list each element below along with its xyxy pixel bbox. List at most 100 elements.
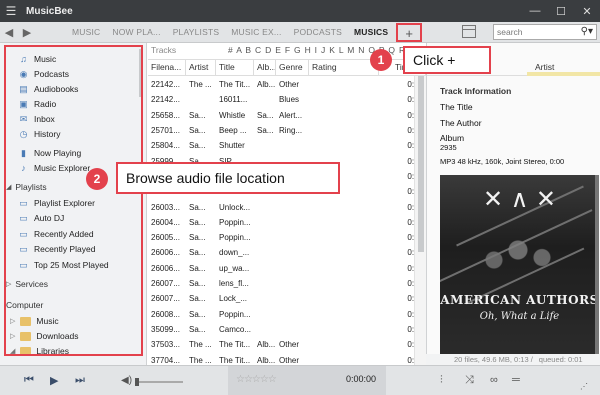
table-cell-album: Sa... — [257, 110, 274, 120]
nav-item-podcasts[interactable]: ◉ Podcasts — [18, 67, 69, 81]
nav-item-radio[interactable]: ▣ Radio — [18, 97, 56, 111]
table-row[interactable]: 22142...The ...The Tit...Alb...Other0:01 — [148, 77, 426, 92]
computer-item-music[interactable]: ▷ Music — [10, 316, 59, 326]
search-input[interactable]: search ⚲▾ — [493, 24, 597, 40]
playlist-item-label: Recently Played — [34, 244, 96, 254]
volume-knob[interactable] — [135, 378, 139, 386]
table-row[interactable]: 26006...Sa...down_...0:01 — [148, 245, 426, 260]
info-panel-scrollbar[interactable] — [595, 175, 599, 355]
close-button[interactable]: ✕ — [574, 5, 600, 18]
scrollbar-thumb[interactable] — [418, 76, 424, 252]
expand-arrow-icon[interactable]: ▷ — [6, 280, 11, 288]
table-cell-artist: Sa... — [189, 110, 206, 120]
table-row[interactable]: 37704...The ...The Tit...Alb...Other0:01 — [148, 352, 426, 365]
table-cell-file: 26005... — [151, 233, 180, 243]
tab-now-playing[interactable]: NOW PLA... — [106, 27, 166, 37]
column-header-artist-right[interactable]: Artist — [535, 62, 554, 72]
play-icon[interactable]: ▶ — [50, 374, 58, 387]
playlist-item-top-25[interactable]: ▭ Top 25 Most Played — [18, 258, 108, 272]
expand-arrow-icon[interactable]: ▷ — [10, 332, 15, 340]
playlists-header[interactable]: ◢ Playlists — [6, 182, 47, 192]
playlist-item-explorer[interactable]: ▭ Playlist Explorer — [18, 196, 95, 210]
computer-header[interactable]: Computer — [6, 300, 43, 310]
table-row[interactable]: 37503...The ...The Tit...Alb...Other0:01 — [148, 337, 426, 352]
history-icon: ◷ — [19, 128, 28, 139]
nav-item-inbox[interactable]: ✉ Inbox — [18, 112, 55, 126]
scrobble-icon[interactable]: ∞ — [490, 374, 498, 386]
table-row[interactable]: 25658...Sa...WhistleSa...Alert...0:01 — [148, 108, 426, 123]
album-art-image[interactable]: ✕ ∧ ✕ AMERICAN AUTHORS Oh, What a Life — [440, 175, 599, 355]
table-row[interactable]: 25701...Sa...Beep ...Sa...Ring...0:01 — [148, 123, 426, 138]
table-cell-artist: Sa... — [189, 294, 206, 304]
tab-music[interactable]: MUSIC — [66, 27, 106, 37]
nav-item-history[interactable]: ◷ History — [18, 127, 61, 141]
tab-musics[interactable]: MUSICS — [348, 27, 394, 37]
computer-item-downloads[interactable]: ▷ Downloads — [10, 331, 78, 341]
nav-item-now-playing[interactable]: ▮ Now Playing — [18, 146, 81, 160]
nav-item-label: Music Explorer — [34, 163, 91, 173]
nav-item-music[interactable]: ♫ Music — [18, 52, 56, 66]
nav-item-music-explorer[interactable]: ♪ Music Explorer — [18, 161, 90, 175]
volume-icon[interactable]: ◀) — [121, 375, 132, 386]
minimize-button[interactable]: — — [522, 5, 548, 18]
table-row[interactable]: 26007...Sa...lens_fl...0:01 — [148, 276, 426, 291]
forward-arrow-icon[interactable]: ▶ — [18, 26, 36, 39]
table-row[interactable]: 26005...Sa...Poppin...0:01 — [148, 230, 426, 245]
tab-playlists[interactable]: PLAYLISTS — [167, 27, 226, 37]
folder-icon — [20, 346, 32, 356]
search-icon[interactable]: ⚲▾ — [581, 25, 593, 39]
table-row[interactable]: 26004...Sa...Poppin...0:01 — [148, 215, 426, 230]
expand-arrow-icon[interactable]: ▷ — [10, 317, 15, 325]
resize-grip-icon[interactable]: ⋰ — [580, 382, 588, 391]
step-1-text: Click + — [413, 52, 456, 68]
table-row[interactable]: 25804...Sa...Shutter0:01 — [148, 138, 426, 153]
table-row[interactable]: 26006...Sa...up_wa...0:01 — [148, 261, 426, 276]
next-track-icon[interactable]: ⏭ — [75, 374, 85, 387]
table-row[interactable]: 26007...Sa...Lock_...0:01 — [148, 291, 426, 306]
playlist-item-recently-played[interactable]: ▭ Recently Played — [18, 242, 95, 256]
computer-item-libraries[interactable]: ◢ Libraries — [10, 346, 69, 356]
previous-track-icon[interactable]: ⏮ — [24, 374, 34, 387]
column-header-filename[interactable]: Filena... — [148, 60, 186, 75]
column-header-title[interactable]: Title — [216, 60, 254, 75]
tab-music-explorer[interactable]: MUSIC EX... — [225, 27, 287, 37]
equalizer-icon[interactable]: ⫶ — [440, 374, 443, 387]
column-header-rating[interactable]: Rating — [309, 60, 379, 75]
podcast-icon: ◉ — [19, 68, 28, 79]
app-title: MusicBee — [26, 5, 73, 17]
table-row[interactable]: 26008...Sa...Poppin...0:01 — [148, 307, 426, 322]
playlist-item-label: Playlist Explorer — [34, 198, 95, 208]
column-header-artist[interactable]: Artist — [186, 60, 216, 75]
hamburger-menu-icon[interactable]: ☰ — [0, 4, 22, 18]
repeat-icon[interactable]: ═ — [512, 374, 520, 386]
computer-item-label: Libraries — [36, 346, 69, 356]
playlist-item-auto-dj[interactable]: ▭ Auto DJ — [18, 211, 64, 225]
add-tab-button[interactable]: + — [396, 22, 423, 42]
rating-stars[interactable]: ☆☆☆☆☆ — [236, 374, 277, 385]
collapse-arrow-icon[interactable]: ◢ — [6, 183, 11, 191]
services-header[interactable]: ▷ Services — [6, 279, 48, 289]
alphabet-index[interactable]: # A B C D E F G H I J K L M N O P Q R S … — [228, 45, 426, 55]
maximize-button[interactable]: ☐ — [548, 5, 574, 18]
nav-item-label: Inbox — [34, 114, 55, 124]
table-row[interactable]: 22142...16011...Blues0:01 — [148, 92, 426, 107]
back-arrow-icon[interactable]: ◀ — [0, 26, 18, 39]
tab-podcasts[interactable]: PODCASTS — [288, 27, 348, 37]
track-list-scrollbar[interactable] — [414, 76, 426, 365]
shuffle-icon[interactable]: ⤨ — [465, 374, 474, 387]
table-cell-title: Poppin... — [219, 233, 251, 243]
table-cell-title: Poppin... — [219, 309, 251, 319]
table-cell-artist: The ... — [189, 355, 212, 365]
column-header-album[interactable]: Alb... — [254, 60, 276, 75]
table-cell-artist: The ... — [189, 340, 212, 350]
playlist-item-recently-added[interactable]: ▭ Recently Added — [18, 227, 93, 241]
nav-item-audiobooks[interactable]: ▤ Audiobooks — [18, 82, 78, 96]
column-header-genre[interactable]: Genre — [276, 60, 309, 75]
collapse-arrow-icon[interactable]: ◢ — [10, 347, 15, 355]
left-panel-scrollbar[interactable] — [139, 49, 143, 97]
volume-slider[interactable] — [135, 378, 183, 386]
table-cell-title: 16011... — [219, 95, 248, 105]
table-row[interactable]: 35099...Sa...Camco...0:01 — [148, 322, 426, 337]
layout-icon[interactable] — [462, 25, 476, 38]
table-row[interactable]: 26003...Sa...Unlock...0:01 — [148, 199, 426, 214]
